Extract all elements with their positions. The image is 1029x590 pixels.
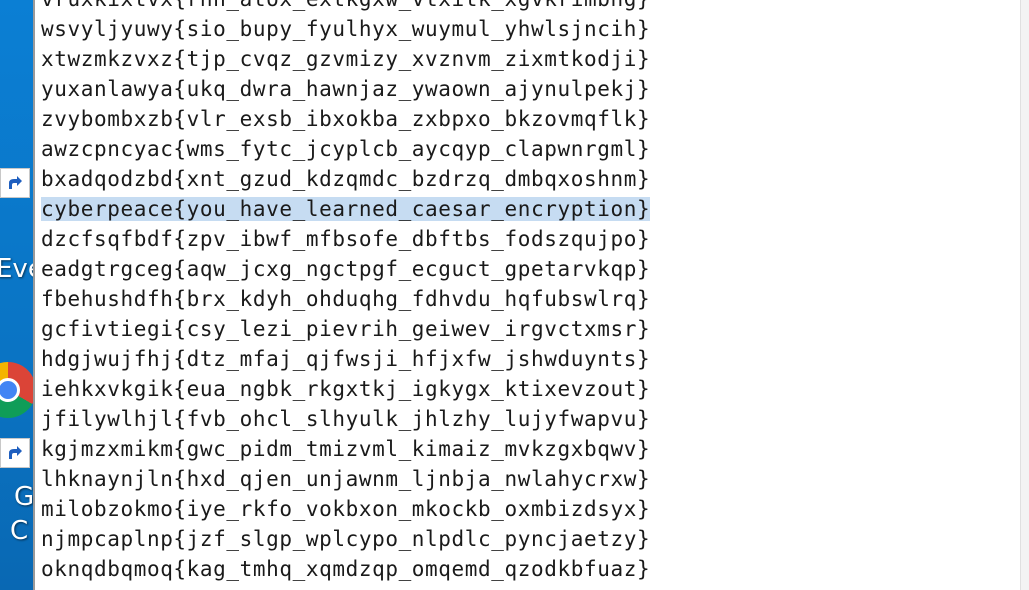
text-line[interactable]: wsvyljyuwy{sio_bupy_fyulhyx_wuymul_yhwls… — [39, 14, 1029, 44]
desktop-icon-label[interactable]: G — [14, 484, 34, 510]
text-line-content: yuxanlawya{ukq_dwra_hawnjaz_ywaown_ajynu… — [41, 77, 651, 101]
desktop-shortcut-icon[interactable] — [0, 438, 30, 468]
text-line[interactable]: zvybombxzb{vlr_exsb_ibxokba_zxbpxo_bkzov… — [39, 104, 1029, 134]
text-line-content: lhknaynjln{hxd_qjen_unjawnm_ljnbja_nwlah… — [41, 467, 651, 491]
text-line-content: fbehushdfh{brx_kdyh_ohduqhg_fdhvdu_hqfub… — [41, 287, 651, 311]
text-line-content: hdgjwujfhj{dtz_mfaj_qjfwsji_hfjxfw_jshwd… — [41, 347, 651, 371]
text-line-content: gcfivtiegi{csy_lezi_pievrih_geiwev_irgvc… — [41, 317, 651, 341]
text-line[interactable]: vruxkixtvx{rnn_atox_extkgxw_vtxitk_xgvkr… — [39, 0, 1029, 14]
text-line[interactable]: milobzokmo{iye_rkfo_vokbxon_mkockb_oxmbi… — [39, 494, 1029, 524]
text-line[interactable]: dzcfsqfbdf{zpv_ibwf_mfbsofe_dbftbs_fodsz… — [39, 224, 1029, 254]
text-line-content: zvybombxzb{vlr_exsb_ibxokba_zxbpxo_bkzov… — [41, 107, 651, 131]
shortcut-arrow-icon — [5, 443, 25, 463]
text-line-content: vruxkixtvx{rnn_atox_extkgxw_vtxitk_xgvkr… — [41, 0, 650, 11]
text-line-content: njmpcaplnp{jzf_slgp_wplcypo_nlpdlc_pyncj… — [41, 527, 651, 551]
selected-text-content: cyberpeace{you_have_learned_caesar_encry… — [41, 197, 651, 221]
text-line[interactable]: jfilywlhjl{fvb_ohcl_slhyulk_jhlzhy_lujyf… — [39, 404, 1029, 434]
text-line[interactable]: lhknaynjln{hxd_qjen_unjawnm_ljnbja_nwlah… — [39, 464, 1029, 494]
chrome-icon[interactable] — [0, 362, 36, 418]
text-line-content: awzcpncyac{wms_fytc_jcyplcb_aycqyp_clapw… — [41, 137, 651, 161]
text-line[interactable]: xtwzmkzvxz{tjp_cvqz_gzvmizy_xvznvm_zixmt… — [39, 44, 1029, 74]
shortcut-arrow-icon — [5, 173, 25, 193]
vertical-scrollbar[interactable] — [1020, 0, 1029, 590]
text-editor-window[interactable]: vruxkixtvx{rnn_atox_extkgxw_vtxitk_xgvkr… — [33, 0, 1029, 590]
selected-text-line[interactable]: cyberpeace{you_have_learned_caesar_encry… — [39, 194, 1029, 224]
text-line-content: xtwzmkzvxz{tjp_cvqz_gzvmizy_xvznvm_zixmt… — [41, 47, 651, 71]
text-line[interactable]: hdgjwujfhj{dtz_mfaj_qjfwsji_hfjxfw_jshwd… — [39, 344, 1029, 374]
text-line[interactable]: njmpcaplnp{jzf_slgp_wplcypo_nlpdlc_pyncj… — [39, 524, 1029, 554]
text-line-content: milobzokmo{iye_rkfo_vokbxon_mkockb_oxmbi… — [41, 497, 651, 521]
text-line[interactable]: bxadqodzbd{xnt_gzud_kdzqmdc_bzdrzq_dmbqx… — [39, 164, 1029, 194]
text-line-content: iehkxvkgik{eua_ngbk_rkgxtkj_igkygx_ktixe… — [41, 377, 651, 401]
desktop-shortcut-icon[interactable] — [0, 168, 30, 198]
text-line-content: dzcfsqfbdf{zpv_ibwf_mfbsofe_dbftbs_fodsz… — [41, 227, 651, 251]
desktop-icon-label[interactable]: C — [10, 518, 28, 544]
text-line-content: eadgtrgceg{aqw_jcxg_ngctpgf_ecguct_gpeta… — [41, 257, 651, 281]
desktop-background: Eve G C vruxkixtvx{rnn_atox_extkgxw_vtxi… — [0, 0, 1029, 590]
text-line[interactable]: fbehushdfh{brx_kdyh_ohduqhg_fdhvdu_hqfub… — [39, 284, 1029, 314]
text-line[interactable]: awzcpncyac{wms_fytc_jcyplcb_aycqyp_clapw… — [39, 134, 1029, 164]
text-line-content: kgjmzxmikm{gwc_pidm_tmizvml_kimaiz_mvkzg… — [41, 437, 651, 461]
text-line[interactable]: gcfivtiegi{csy_lezi_pievrih_geiwev_irgvc… — [39, 314, 1029, 344]
text-line-content: jfilywlhjl{fvb_ohcl_slhyulk_jhlzhy_lujyf… — [41, 407, 651, 431]
text-line-content: oknqdbqmoq{kag_tmhq_xqmdzqp_omqemd_qzodk… — [41, 557, 651, 581]
text-line-content: wsvyljyuwy{sio_bupy_fyulhyx_wuymul_yhwls… — [41, 17, 651, 41]
text-line-content: bxadqodzbd{xnt_gzud_kdzqmdc_bzdrzq_dmbqx… — [41, 167, 651, 191]
text-line[interactable]: oknqdbqmoq{kag_tmhq_xqmdzqp_omqemd_qzodk… — [39, 554, 1029, 584]
text-line[interactable]: iehkxvkgik{eua_ngbk_rkgxtkj_igkygx_ktixe… — [39, 374, 1029, 404]
text-line[interactable]: yuxanlawya{ukq_dwra_hawnjaz_ywaown_ajynu… — [39, 74, 1029, 104]
text-line[interactable]: eadgtrgceg{aqw_jcxg_ngctpgf_ecguct_gpeta… — [39, 254, 1029, 284]
text-line[interactable]: kgjmzxmikm{gwc_pidm_tmizvml_kimaiz_mvkzg… — [39, 434, 1029, 464]
text-content-area[interactable]: vruxkixtvx{rnn_atox_extkgxw_vtxitk_xgvkr… — [39, 0, 1029, 584]
